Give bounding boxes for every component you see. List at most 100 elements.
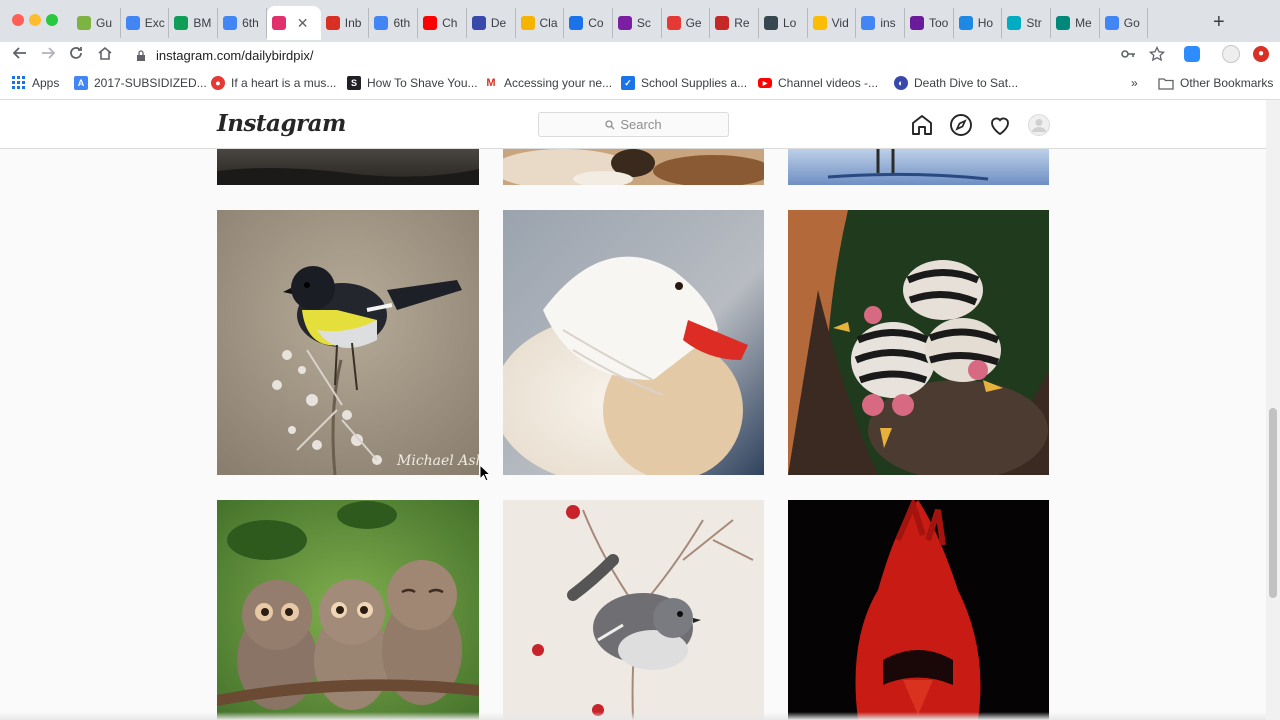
photo-tomtit[interactable]: Michael Ash bbox=[217, 210, 479, 475]
photo-top-left[interactable] bbox=[217, 149, 479, 185]
docs-icon bbox=[374, 16, 389, 30]
bookmark-item[interactable]: S How To Shave You... bbox=[347, 76, 478, 90]
home-browser-icon[interactable] bbox=[97, 45, 113, 61]
watermark: Michael Ash bbox=[396, 453, 479, 469]
tab-title: 6th bbox=[242, 16, 259, 30]
instagram-logo[interactable]: Instagram bbox=[217, 110, 346, 137]
browser-tab[interactable]: Vid bbox=[808, 8, 857, 38]
photo-robin[interactable] bbox=[503, 500, 764, 720]
close-tab-icon[interactable]: ✕ bbox=[297, 15, 309, 32]
browser-tab[interactable]: Inb bbox=[321, 8, 370, 38]
photo-white-duck[interactable] bbox=[503, 210, 764, 475]
re-icon bbox=[715, 16, 730, 30]
browser-tab[interactable]: Lo bbox=[759, 8, 808, 38]
bookmark-item[interactable]: ✓ School Supplies a... bbox=[621, 76, 747, 90]
bookmark-item[interactable]: A 2017-SUBSIDIZED... bbox=[74, 76, 207, 90]
search-input[interactable]: Search bbox=[538, 112, 729, 137]
photo-chicks[interactable] bbox=[788, 210, 1049, 475]
bookmark-apps[interactable]: Apps bbox=[12, 76, 59, 90]
browser-tab[interactable]: Go bbox=[1100, 8, 1149, 38]
profile-avatar[interactable] bbox=[1028, 114, 1050, 136]
home-icon[interactable] bbox=[910, 113, 934, 137]
page-scrollbar[interactable] bbox=[1266, 100, 1280, 720]
browser-tab[interactable]: Ho bbox=[954, 8, 1003, 38]
tab-title: Cla bbox=[539, 16, 558, 30]
mouse-cursor-icon bbox=[479, 464, 491, 482]
bookmark-item[interactable]: ▶ Channel videos -... bbox=[758, 76, 878, 90]
address-bar[interactable]: instagram.com/dailybirdpix/ bbox=[128, 43, 1178, 67]
photo-owls[interactable] bbox=[217, 500, 479, 720]
bookmark-label: Apps bbox=[32, 76, 60, 90]
browser-tab[interactable]: Me bbox=[1051, 8, 1100, 38]
other-bookmarks-folder[interactable]: Other Bookmarks bbox=[1158, 76, 1273, 90]
browser-tab[interactable]: 6th bbox=[369, 8, 419, 38]
ho-icon bbox=[958, 16, 973, 30]
search-placeholder: Search bbox=[620, 117, 662, 132]
photo-image bbox=[503, 500, 764, 720]
more-bookmarks-button[interactable]: » bbox=[1131, 76, 1138, 90]
browser-tab[interactable]: Re bbox=[710, 8, 759, 38]
google-icon bbox=[861, 16, 876, 30]
browser-tab[interactable]: De bbox=[467, 8, 516, 38]
tab-title: Str bbox=[1026, 16, 1042, 30]
photo-cardinal[interactable] bbox=[788, 500, 1049, 720]
bookmark-item[interactable]: M Accessing your ne... bbox=[484, 76, 612, 90]
back-arrow-icon[interactable] bbox=[12, 45, 28, 61]
drive-icon bbox=[812, 16, 827, 30]
scrollbar-thumb[interactable] bbox=[1269, 408, 1277, 598]
gmail-icon: M bbox=[484, 76, 498, 90]
close-window-button[interactable] bbox=[12, 14, 24, 26]
bookmark-circle-icon: ◐ bbox=[894, 76, 908, 90]
apps-grid-icon bbox=[12, 76, 25, 89]
more-bookmarks-label: » bbox=[1131, 76, 1138, 90]
circle-icon bbox=[471, 16, 486, 30]
bookmarks-bar: Apps A 2017-SUBSIDIZED... ● If a heart is … bbox=[0, 68, 1280, 100]
browser-tab[interactable]: Ge bbox=[662, 8, 711, 38]
bookmark-a-icon: A bbox=[74, 76, 88, 90]
browser-tab[interactable]: Too bbox=[905, 8, 954, 38]
photo-top-right[interactable] bbox=[788, 149, 1049, 185]
bookmark-item[interactable]: ● If a heart is a mus... bbox=[211, 76, 336, 90]
browser-tab[interactable]: Sc bbox=[613, 8, 662, 38]
reload-icon[interactable] bbox=[68, 45, 84, 61]
profile-browser-icon[interactable] bbox=[1222, 45, 1240, 63]
bookmark-item[interactable]: ◐ Death Dive to Sat... bbox=[894, 76, 1018, 90]
forward-arrow-icon[interactable] bbox=[40, 45, 56, 61]
folder-icon bbox=[1158, 77, 1174, 90]
browser-tab[interactable]: Cla bbox=[516, 8, 565, 38]
key-icon[interactable] bbox=[1120, 46, 1136, 62]
bookmark-label: Death Dive to Sat... bbox=[914, 76, 1019, 90]
tab-title: Co bbox=[588, 16, 604, 30]
browser-tab[interactable]: Co bbox=[564, 8, 613, 38]
browser-tab[interactable]: BM bbox=[169, 8, 219, 38]
photo-image bbox=[788, 149, 1049, 185]
browser-tab[interactable]: Gu bbox=[72, 8, 121, 38]
lo-icon bbox=[763, 16, 778, 30]
explore-icon[interactable] bbox=[949, 113, 973, 137]
browser-tab[interactable]: Exc bbox=[121, 8, 170, 38]
extension-red-icon[interactable]: ● bbox=[1253, 46, 1269, 62]
zoom-extension-icon[interactable] bbox=[1184, 46, 1200, 62]
tab-title: Too bbox=[929, 16, 949, 30]
browser-tab[interactable]: Str bbox=[1002, 8, 1052, 38]
photo-top-middle[interactable] bbox=[503, 149, 764, 185]
browser-tab[interactable]: ins bbox=[856, 8, 905, 38]
instagram-icon bbox=[271, 16, 286, 30]
star-icon[interactable] bbox=[1149, 46, 1165, 62]
tab-title: Inb bbox=[344, 16, 362, 30]
bookmark-check-icon: ✓ bbox=[621, 76, 635, 90]
gmail-icon bbox=[325, 16, 340, 30]
tab-title: 6th bbox=[393, 16, 411, 30]
activity-heart-icon[interactable] bbox=[988, 113, 1012, 137]
gutenberg-icon bbox=[77, 16, 91, 30]
bookmark-b-icon: ● bbox=[211, 76, 225, 90]
minimize-window-button[interactable] bbox=[29, 14, 41, 26]
maximize-window-button[interactable] bbox=[46, 14, 58, 26]
tab-title: Ch bbox=[442, 16, 458, 30]
other-bookmarks-label: Other Bookmarks bbox=[1180, 76, 1274, 90]
browser-tab[interactable]: 6th bbox=[218, 8, 267, 38]
browser-tab[interactable]: Ch bbox=[418, 8, 467, 38]
photo-image: Michael Ash bbox=[217, 210, 479, 475]
browser-tab[interactable]: ✕ bbox=[266, 6, 321, 40]
new-tab-button[interactable]: + bbox=[1213, 12, 1225, 32]
